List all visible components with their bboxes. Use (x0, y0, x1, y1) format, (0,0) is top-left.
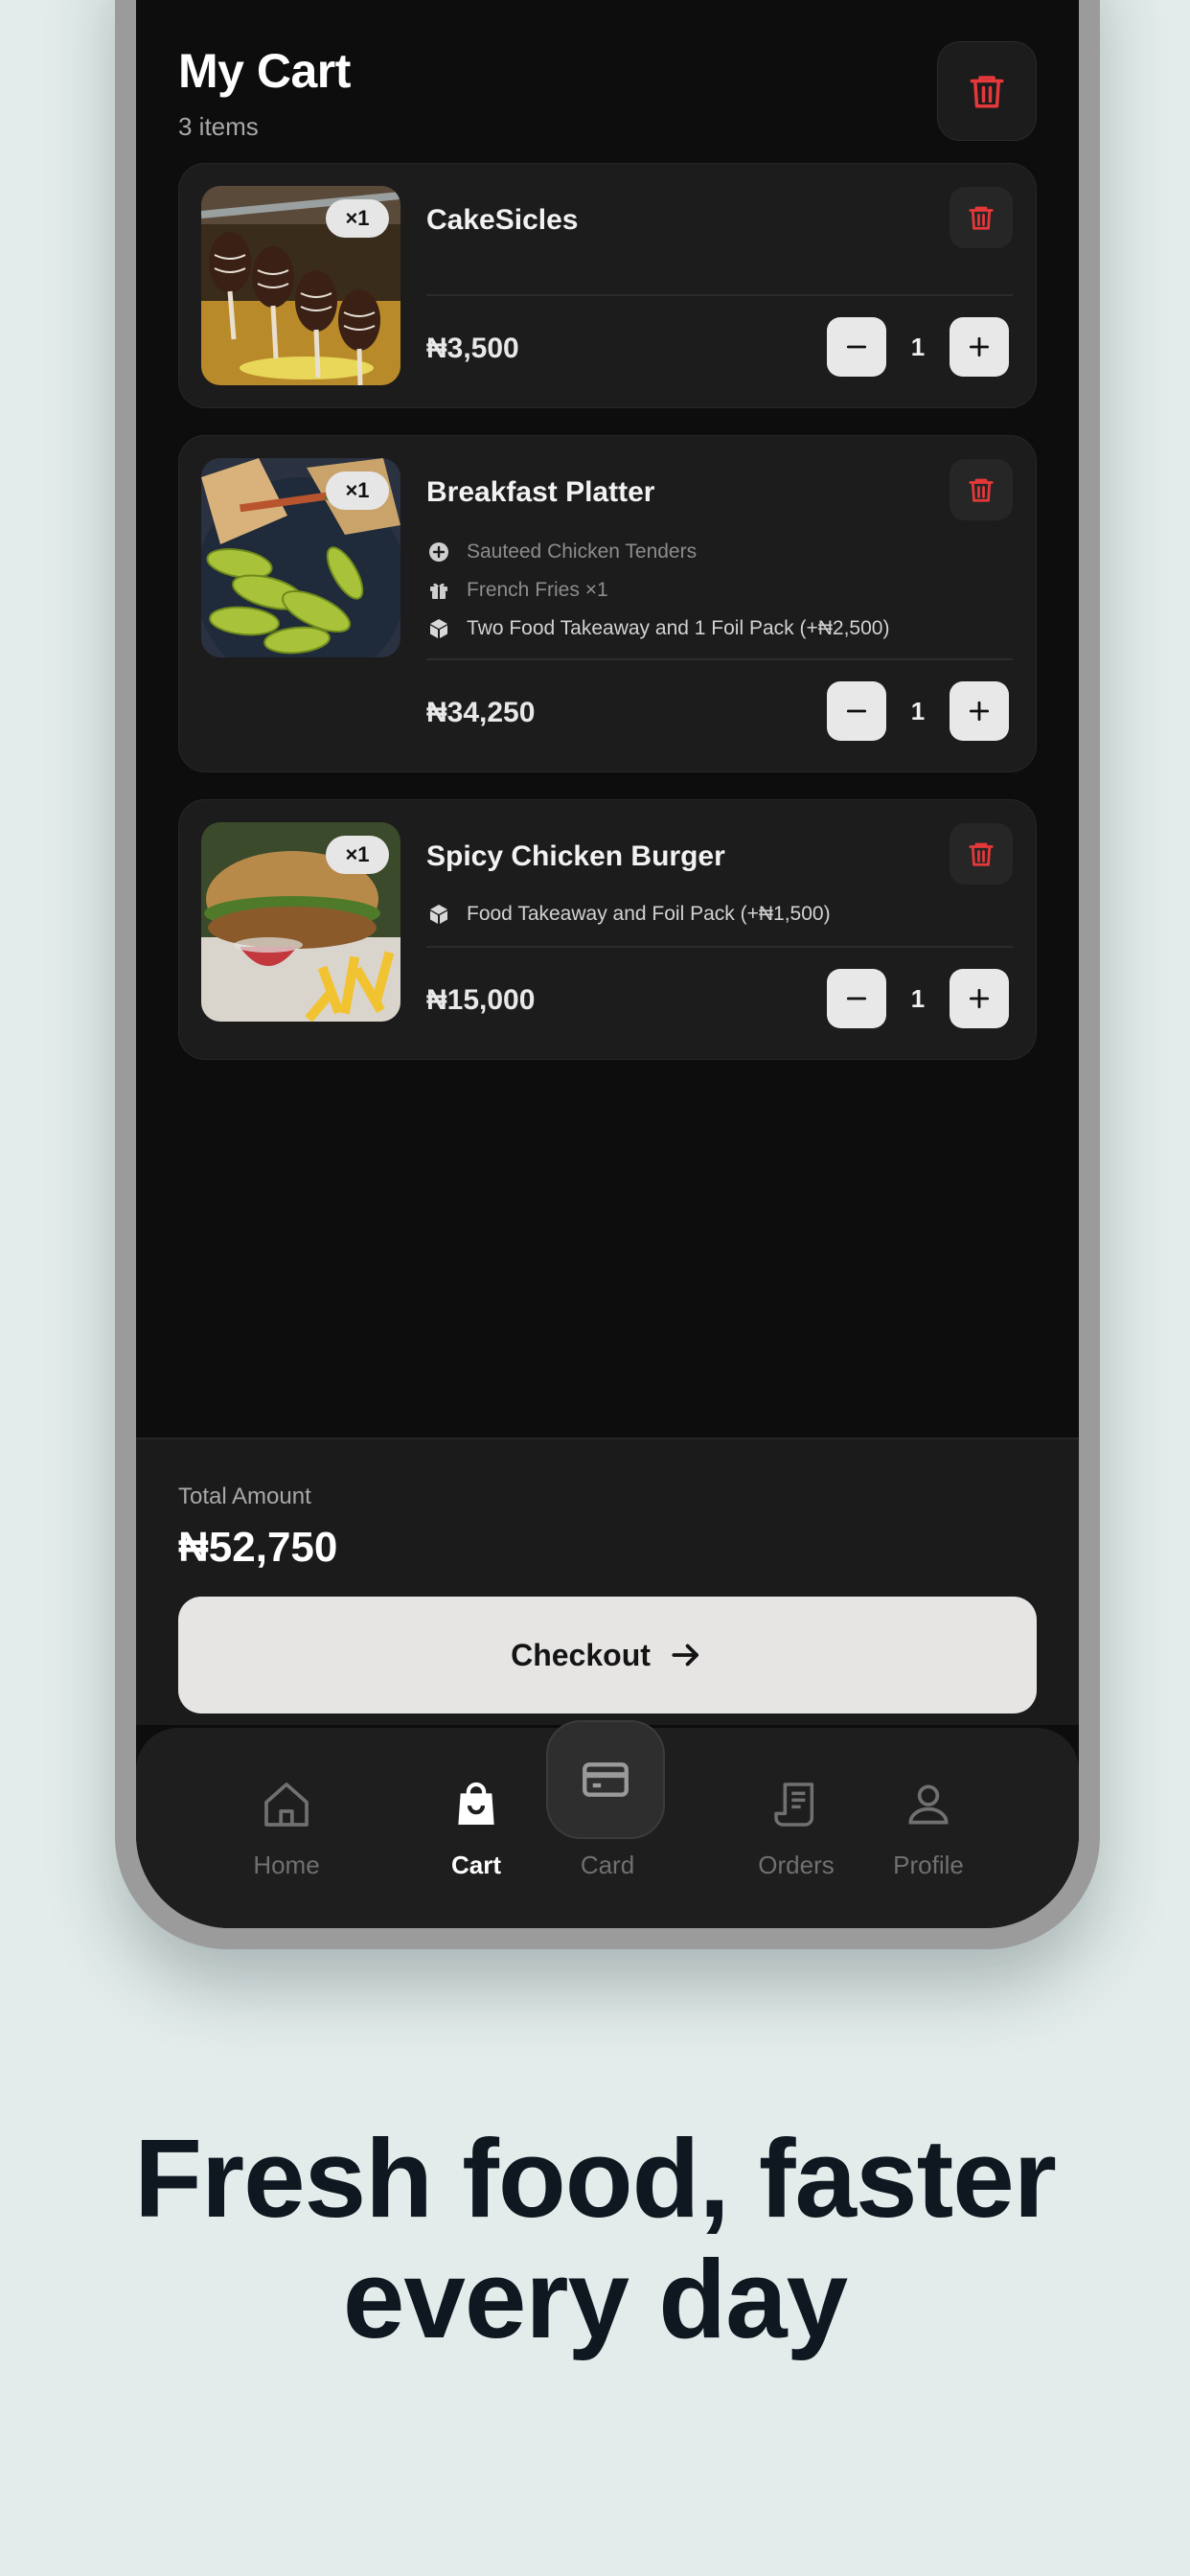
decrease-quantity-button[interactable] (827, 969, 886, 1028)
tab-label: Orders (758, 1851, 835, 1879)
card-fab-button[interactable] (546, 1720, 665, 1839)
cart-item-card: ×1 CakeSicles ₦3,500 1 (178, 163, 1037, 408)
trash-icon (969, 842, 994, 866)
item-name: Spicy Chicken Burger (426, 840, 725, 872)
item-name: Breakfast Platter (426, 476, 655, 508)
decrease-quantity-button[interactable] (827, 681, 886, 741)
tab-home[interactable]: Home (210, 1776, 363, 1880)
plus-icon (969, 988, 990, 1009)
remove-item-button[interactable] (950, 823, 1013, 885)
cart-item-card: ×1 Breakfast Platter Sauteed Chicken Ten… (178, 435, 1037, 772)
box-icon (426, 902, 451, 927)
trash-icon (970, 76, 1004, 108)
remove-item-button[interactable] (950, 187, 1013, 248)
product-image: ×1 (201, 458, 400, 657)
tab-cart[interactable]: Cart (400, 1776, 553, 1880)
increase-quantity-button[interactable] (950, 317, 1009, 377)
tab-orders[interactable]: Orders (720, 1776, 873, 1880)
tab-label: Card (580, 1851, 635, 1879)
item-option: Food Takeaway and Foil Pack (+₦1,500) (426, 902, 831, 927)
increase-quantity-button[interactable] (950, 969, 1009, 1028)
remove-item-button[interactable] (950, 459, 1013, 520)
tab-profile[interactable]: Profile (852, 1776, 1005, 1880)
item-name: CakeSicles (426, 204, 579, 236)
minus-icon (846, 345, 867, 349)
item-price: ₦15,000 (426, 984, 536, 1016)
trash-icon (969, 206, 994, 230)
box-icon (426, 616, 451, 641)
home-icon (258, 1776, 315, 1833)
quantity-badge: ×1 (326, 472, 389, 510)
quantity-badge: ×1 (326, 199, 389, 238)
quantity-value: 1 (910, 696, 926, 725)
item-price: ₦34,250 (426, 697, 536, 728)
total-label: Total Amount (178, 1484, 311, 1509)
option-text: French Fries ×1 (467, 579, 608, 601)
quantity-value: 1 (910, 983, 926, 1013)
quantity-stepper: 1 (827, 317, 1009, 377)
increase-quantity-button[interactable] (950, 681, 1009, 741)
plus-icon (969, 701, 990, 722)
checkout-label: Checkout (511, 1637, 651, 1672)
option-text: Two Food Takeaway and 1 Foil Pack (+₦2,5… (467, 617, 890, 639)
item-count: 3 items (178, 112, 259, 141)
product-image: ×1 (201, 186, 400, 385)
user-icon (900, 1776, 957, 1833)
bottom-tab-bar: Home Cart Card Orders Profile (136, 1720, 1079, 1928)
option-text: Sauteed Chicken Tenders (467, 540, 698, 563)
tab-label: Profile (893, 1851, 964, 1879)
checkout-button[interactable]: Checkout (178, 1597, 1037, 1714)
total-panel: Total Amount ₦52,750 Checkout (136, 1438, 1079, 1725)
cart-item-card: ×1 Spicy Chicken Burger Food Takeaway an… (178, 799, 1037, 1060)
trash-icon (969, 478, 994, 502)
tab-label: Home (253, 1851, 320, 1879)
arrow-right-icon (672, 1644, 698, 1667)
item-option: Two Food Takeaway and 1 Foil Pack (+₦2,5… (426, 616, 889, 641)
tagline-line-1: Fresh food, faster (134, 2116, 1057, 2241)
marketing-tagline: Fresh food, faster every day (0, 2118, 1190, 2359)
divider (426, 658, 1013, 660)
page-title: My Cart (178, 44, 351, 98)
plus-icon (969, 336, 990, 357)
total-amount: ₦52,750 (178, 1524, 338, 1571)
item-option: Sauteed Chicken Tenders (426, 540, 697, 564)
minus-icon (846, 709, 867, 713)
product-image: ×1 (201, 822, 400, 1022)
quantity-stepper: 1 (827, 681, 1009, 741)
option-text: Food Takeaway and Foil Pack (+₦1,500) (467, 903, 831, 925)
divider (426, 946, 1013, 948)
clear-cart-button[interactable] (937, 41, 1037, 141)
quantity-stepper: 1 (827, 969, 1009, 1028)
app-screen: My Cart 3 items ×1 CakeSicles ₦3,500 1 ×… (136, 0, 1079, 1928)
divider (426, 294, 1013, 296)
receipt-icon (767, 1776, 825, 1833)
tagline-line-2: every day (342, 2237, 848, 2361)
credit-card-icon (583, 1762, 629, 1797)
phone-frame: My Cart 3 items ×1 CakeSicles ₦3,500 1 ×… (115, 0, 1100, 1949)
decrease-quantity-button[interactable] (827, 317, 886, 377)
quantity-badge: ×1 (326, 836, 389, 874)
shopping-bag-icon (447, 1776, 505, 1833)
item-option: French Fries ×1 (426, 578, 608, 603)
gift-icon (426, 578, 451, 603)
tab-label: Cart (450, 1851, 501, 1879)
minus-icon (846, 997, 867, 1000)
plus-circle-icon (426, 540, 451, 564)
item-price: ₦3,500 (426, 333, 519, 364)
quantity-value: 1 (910, 332, 926, 361)
cart-header: My Cart 3 items (178, 0, 1037, 153)
